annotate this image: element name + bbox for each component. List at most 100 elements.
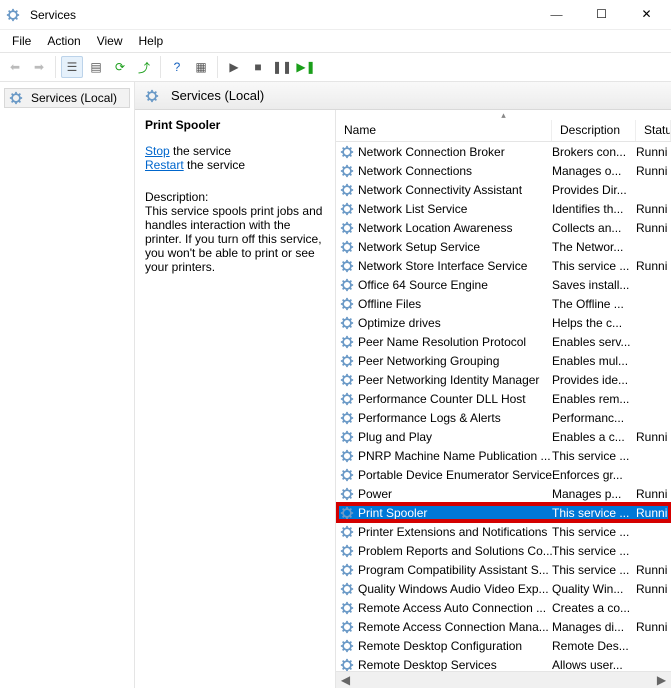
toolbar: ⬅ ➡ ☰ ▤ ⟳ ⤴ ? ▦ ▶ ■ ❚❚ ▶❚ bbox=[0, 52, 671, 82]
service-name: Problem Reports and Solutions Co... bbox=[358, 544, 552, 558]
service-name: Network Connectivity Assistant bbox=[358, 183, 522, 197]
service-status: Runni bbox=[636, 620, 671, 634]
service-description: Enables serv... bbox=[552, 335, 636, 349]
titlebar: Services — ☐ ✕ bbox=[0, 0, 671, 30]
table-row[interactable]: Network Connectivity AssistantProvides D… bbox=[336, 180, 671, 199]
gear-icon bbox=[340, 639, 354, 653]
table-row[interactable]: Peer Name Resolution ProtocolEnables ser… bbox=[336, 332, 671, 351]
table-row[interactable]: Plug and PlayEnables a c...Runni bbox=[336, 427, 671, 446]
export-button[interactable]: ⤴ bbox=[133, 56, 155, 78]
table-row[interactable]: Network Connection BrokerBrokers con...R… bbox=[336, 142, 671, 161]
table-row[interactable]: Remote Desktop Configuration Remote Des..… bbox=[336, 636, 671, 655]
table-row[interactable]: Network Store Interface ServiceThis serv… bbox=[336, 256, 671, 275]
column-description[interactable]: Description bbox=[552, 120, 636, 141]
table-row[interactable]: Performance Counter DLL HostEnables rem.… bbox=[336, 389, 671, 408]
service-list[interactable]: Network Connection BrokerBrokers con...R… bbox=[336, 142, 671, 671]
forward-button[interactable]: ➡ bbox=[28, 56, 50, 78]
columns-button[interactable]: ▦ bbox=[190, 56, 212, 78]
table-row[interactable]: Program Compatibility Assistant S...This… bbox=[336, 560, 671, 579]
table-row[interactable]: Remote Access Connection Mana...Manages … bbox=[336, 617, 671, 636]
gear-icon bbox=[340, 487, 354, 501]
detail-panel: Print Spooler Stop the service Restart t… bbox=[135, 110, 335, 688]
table-row[interactable]: Peer Networking Identity ManagerProvides… bbox=[336, 370, 671, 389]
separator bbox=[217, 56, 218, 78]
menu-view[interactable]: View bbox=[89, 32, 131, 50]
service-name: Remote Desktop Configuration bbox=[358, 639, 522, 653]
help-button[interactable]: ? bbox=[166, 56, 188, 78]
menu-file[interactable]: File bbox=[4, 32, 39, 50]
table-row[interactable]: Optimize drivesHelps the c... bbox=[336, 313, 671, 332]
service-description: Manages di... bbox=[552, 620, 636, 634]
service-description: This service ... bbox=[552, 525, 636, 539]
column-name[interactable]: Name bbox=[336, 120, 552, 141]
service-name: Quality Windows Audio Video Exp... bbox=[358, 582, 549, 596]
service-name: Network Store Interface Service bbox=[358, 259, 527, 273]
refresh-button[interactable]: ⟳ bbox=[109, 56, 131, 78]
restart-link[interactable]: Restart bbox=[145, 158, 184, 172]
menu-help[interactable]: Help bbox=[131, 32, 172, 50]
start-service-button[interactable]: ▶ bbox=[223, 56, 245, 78]
restart-tail: the service bbox=[184, 158, 245, 172]
service-name: Remote Desktop Services bbox=[358, 658, 497, 672]
table-row[interactable]: Peer Networking GroupingEnables mul... bbox=[336, 351, 671, 370]
pause-service-button[interactable]: ❚❚ bbox=[271, 56, 293, 78]
tree-root-item[interactable]: Services (Local) bbox=[4, 88, 130, 108]
app-icon bbox=[6, 8, 20, 22]
service-description: Allows user... bbox=[552, 658, 636, 672]
table-row[interactable]: Portable Device Enumerator ServiceEnforc… bbox=[336, 465, 671, 484]
scroll-right-icon[interactable]: ▶ bbox=[654, 673, 669, 687]
gear-icon bbox=[340, 658, 354, 672]
service-description: Identifies th... bbox=[552, 202, 636, 216]
service-status: Runni bbox=[636, 259, 671, 273]
description-body: This service spools print jobs and handl… bbox=[145, 204, 325, 274]
service-description: Enables mul... bbox=[552, 354, 636, 368]
gear-icon bbox=[340, 430, 354, 444]
table-row[interactable]: Printer Extensions and NotificationsThis… bbox=[336, 522, 671, 541]
properties-toolbar-button[interactable]: ▤ bbox=[85, 56, 107, 78]
column-status[interactable]: Status bbox=[636, 120, 671, 141]
minimize-button[interactable]: — bbox=[534, 0, 579, 29]
table-row[interactable]: Quality Windows Audio Video Exp...Qualit… bbox=[336, 579, 671, 598]
service-name: Network Connections bbox=[358, 164, 472, 178]
service-name: Print Spooler bbox=[358, 506, 427, 520]
stop-link[interactable]: Stop bbox=[145, 144, 170, 158]
menu-action[interactable]: Action bbox=[39, 32, 88, 50]
service-description: The Offline ... bbox=[552, 297, 636, 311]
table-row[interactable]: Print SpoolerThis service ...Runni bbox=[336, 503, 671, 522]
table-row[interactable]: Problem Reports and Solutions Co...This … bbox=[336, 541, 671, 560]
gear-icon bbox=[340, 392, 354, 406]
service-status: Runni bbox=[636, 582, 671, 596]
gear-icon bbox=[340, 563, 354, 577]
service-description: This service ... bbox=[552, 449, 636, 463]
service-name: Network Location Awareness bbox=[358, 221, 513, 235]
table-row[interactable]: Remote Access Auto Connection ...Creates… bbox=[336, 598, 671, 617]
horizontal-scrollbar[interactable]: ◀ ▶ bbox=[336, 671, 671, 688]
restart-service-button[interactable]: ▶❚ bbox=[295, 56, 317, 78]
service-description: This service ... bbox=[552, 544, 636, 558]
table-row[interactable]: Network List ServiceIdentifies th...Runn… bbox=[336, 199, 671, 218]
table-row[interactable]: Offline FilesThe Offline ... bbox=[336, 294, 671, 313]
show-hide-tree-button[interactable]: ☰ bbox=[61, 56, 83, 78]
maximize-button[interactable]: ☐ bbox=[579, 0, 624, 29]
gear-icon bbox=[340, 202, 354, 216]
scroll-left-icon[interactable]: ◀ bbox=[338, 673, 353, 687]
close-button[interactable]: ✕ bbox=[624, 0, 669, 29]
table-row[interactable]: PowerManages p...Runni bbox=[336, 484, 671, 503]
description-heading: Description: bbox=[145, 190, 325, 204]
table-row[interactable]: Network ConnectionsManages o...Runni bbox=[336, 161, 671, 180]
table-row[interactable]: Network Setup ServiceThe Networ... bbox=[336, 237, 671, 256]
table-row[interactable]: Network Location AwarenessCollects an...… bbox=[336, 218, 671, 237]
back-button[interactable]: ⬅ bbox=[4, 56, 26, 78]
table-row[interactable]: Office 64 Source EngineSaves install... bbox=[336, 275, 671, 294]
service-description: Remote Des... bbox=[552, 639, 636, 653]
table-row[interactable]: Performance Logs & AlertsPerformanc... bbox=[336, 408, 671, 427]
service-name: Optimize drives bbox=[358, 316, 441, 330]
stop-service-button[interactable]: ■ bbox=[247, 56, 269, 78]
window-title: Services bbox=[30, 8, 534, 22]
service-name: PNRP Machine Name Publication ... bbox=[358, 449, 551, 463]
sort-indicator-icon: ▴ bbox=[336, 110, 671, 120]
table-row[interactable]: Remote Desktop Services Allows user... bbox=[336, 655, 671, 671]
service-name: Program Compatibility Assistant S... bbox=[358, 563, 549, 577]
gear-icon bbox=[340, 164, 354, 178]
table-row[interactable]: PNRP Machine Name Publication ...This se… bbox=[336, 446, 671, 465]
